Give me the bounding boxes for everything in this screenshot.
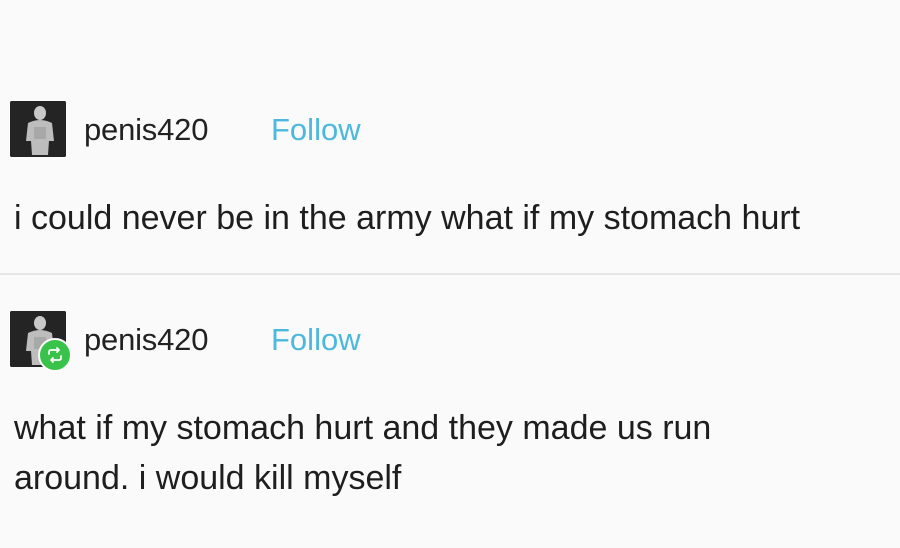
- post-reblog: penis420 Follow what if my stomach hurt …: [0, 307, 900, 497]
- follow-button[interactable]: Follow: [271, 322, 361, 358]
- post-header: penis420 Follow: [0, 307, 900, 371]
- reblog-badge: [38, 338, 72, 372]
- avatar[interactable]: [10, 101, 66, 157]
- avatar-silhouette-icon: [10, 101, 66, 157]
- post-body-text: i could never be in the army what if my …: [14, 199, 801, 237]
- post-body-text: what if my stomach hurt and they made us…: [14, 403, 711, 503]
- username[interactable]: penis420: [84, 322, 208, 358]
- post-divider: [0, 273, 900, 275]
- follow-button[interactable]: Follow: [271, 112, 361, 148]
- reblog-icon: [48, 347, 62, 363]
- post-body-line: what if my stomach hurt and they made us…: [14, 409, 712, 447]
- post-header: penis420 Follow: [0, 97, 900, 161]
- post-body-line: around. i would kill myself: [14, 459, 402, 497]
- username[interactable]: penis420: [84, 112, 208, 148]
- post-original: penis420 Follow i could never be in the …: [0, 97, 900, 237]
